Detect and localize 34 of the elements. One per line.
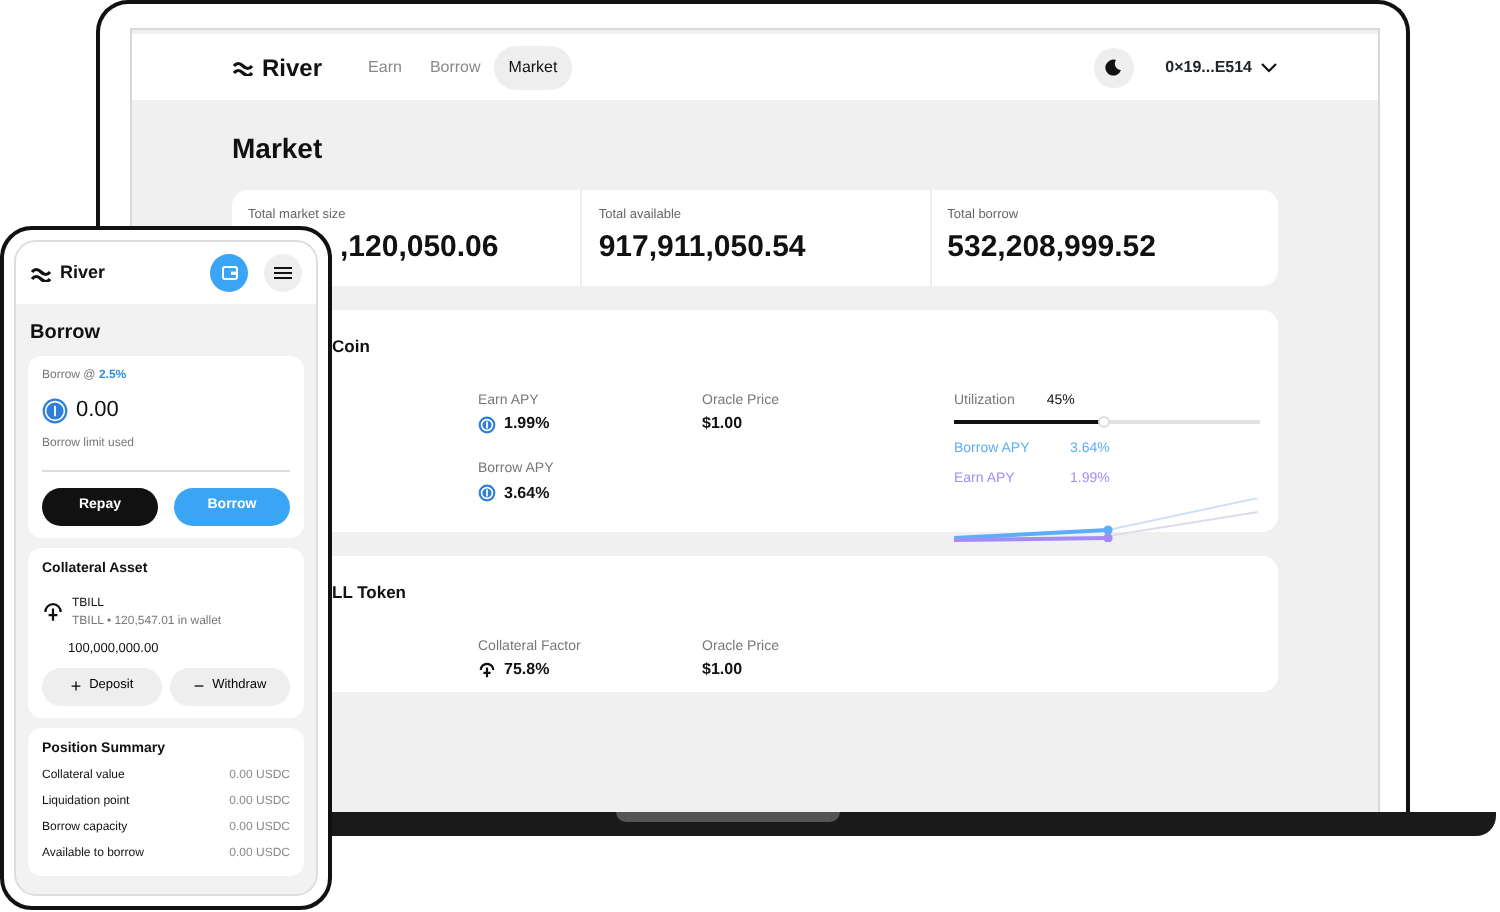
page-title: Market — [232, 130, 325, 168]
coin-icon — [478, 415, 496, 434]
stat-value: ,120,050.06 — [338, 227, 501, 268]
stat-value: 917,911,050.54 — [598, 227, 808, 268]
nav-link[interactable]: Market — [494, 45, 572, 89]
metric-value: 3.64% — [504, 481, 550, 506]
logo-text: River — [262, 51, 323, 85]
menu-icon — [274, 266, 292, 280]
card-title: Coin — [330, 334, 372, 360]
metric-value: $1.00 — [702, 412, 743, 437]
coin-icon — [42, 397, 68, 424]
metric-value: 75.8% — [504, 658, 550, 683]
chevron-down-icon — [1260, 61, 1278, 73]
menu-button[interactable] — [264, 254, 302, 292]
theme-toggle-button[interactable] — [1093, 47, 1134, 87]
metric-value: 1.99% — [504, 412, 550, 437]
plus-icon: + — [70, 673, 82, 700]
nav-link[interactable]: Borrow — [415, 45, 495, 89]
waves-icon — [232, 59, 254, 75]
stat-value: 532,208,999.52 — [947, 227, 1158, 268]
nav-link[interactable]: Earn — [354, 45, 416, 89]
wallet-button[interactable] — [210, 254, 248, 292]
wallet-icon — [221, 266, 237, 280]
coin-icon — [478, 484, 496, 503]
moon-icon — [1104, 58, 1123, 76]
slider-thumb[interactable] — [1097, 416, 1110, 429]
wallet-button[interactable]: 0×19...E514 — [1165, 55, 1278, 79]
metric-value: $1.00 — [702, 658, 743, 683]
minus-icon: − — [193, 673, 205, 700]
waves-icon — [30, 265, 52, 281]
logo-text: River — [60, 259, 106, 286]
page-title: Borrow — [28, 320, 102, 348]
borrow-amount: 0.00 — [76, 396, 119, 426]
card-title: LL Token — [330, 580, 408, 606]
